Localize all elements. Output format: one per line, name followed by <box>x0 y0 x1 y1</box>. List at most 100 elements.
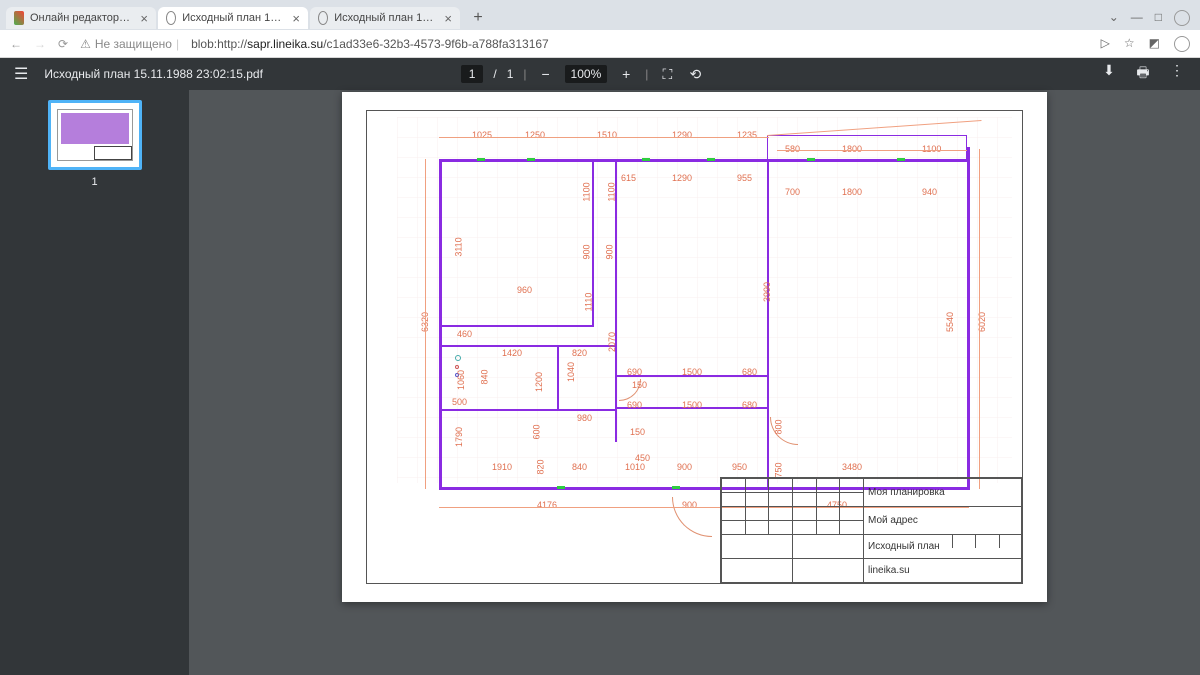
dim: 1790 <box>454 427 464 447</box>
dim: 1060 <box>456 370 466 390</box>
dim: 820 <box>536 459 546 474</box>
reload-icon[interactable]: ⟳ <box>58 37 68 51</box>
back-icon[interactable]: ← <box>10 37 22 51</box>
thumbnail-sidebar: 1 <box>0 90 189 675</box>
dim: 580 <box>785 144 800 154</box>
dim: 2070 <box>607 332 617 352</box>
maximize-icon[interactable]: □ <box>1155 10 1162 26</box>
dim: 900 <box>677 462 692 472</box>
zoom-in-button[interactable]: + <box>617 66 635 82</box>
dim: 1290 <box>672 130 692 140</box>
tab-editor[interactable]: Онлайн редактор планиро... × <box>6 7 156 29</box>
minimize-icon[interactable]: — <box>1131 10 1143 26</box>
security-indicator[interactable]: ⚠ Не защищено | <box>80 37 179 51</box>
tab-label: Исходный план 15.11.1988 ... <box>334 12 436 24</box>
page-input[interactable]: 1 <box>461 65 484 83</box>
profile-icon[interactable] <box>1174 10 1190 26</box>
dim: 1100 <box>582 182 592 201</box>
dim: 1110 <box>583 293 593 312</box>
menu-icon[interactable]: ☰ <box>14 64 28 84</box>
dim: 3480 <box>842 462 862 472</box>
dim: 680 <box>742 400 757 410</box>
dim: 950 <box>732 462 747 472</box>
dim: 1290 <box>672 173 692 183</box>
dim: 820 <box>572 348 587 358</box>
zoom-level: 100% <box>565 65 608 83</box>
close-icon[interactable]: × <box>140 11 148 26</box>
thumbnail-number: 1 <box>91 176 97 188</box>
dim: 1510 <box>597 130 617 140</box>
zoom-out-button[interactable]: − <box>537 66 555 82</box>
globe-icon <box>166 11 176 25</box>
close-icon[interactable]: × <box>444 11 452 26</box>
tb-project: Моя планировка <box>864 479 1022 507</box>
dim: 955 <box>737 173 752 183</box>
more-icon[interactable]: ⋮ <box>1168 62 1186 86</box>
pdf-toolbar: ☰ Исходный план 15.11.1988 23:02:15.pdf … <box>0 58 1200 90</box>
dim: 1235 <box>737 130 757 140</box>
extension-icon[interactable]: ◩ <box>1149 36 1160 52</box>
title-block: Моя планировка Мой адрес Исходный план l… <box>720 477 1022 583</box>
dim: 750 <box>774 462 784 477</box>
dim: 3990 <box>762 282 772 302</box>
forward-icon[interactable]: → <box>34 37 46 51</box>
chevron-down-icon[interactable]: ⌄ <box>1109 10 1119 26</box>
dim: 940 <box>922 187 937 197</box>
new-tab-button[interactable]: + <box>468 8 488 28</box>
address-bar: ← → ⟳ ⚠ Не защищено | blob:http://sapr.l… <box>0 30 1200 58</box>
page-total: 1 <box>507 67 514 81</box>
dim: 900 <box>605 244 615 259</box>
dim: 1910 <box>492 462 512 472</box>
security-text: Не защищено <box>95 37 172 51</box>
dim: 1250 <box>525 130 545 140</box>
dim: 960 <box>517 285 532 295</box>
tb-address: Мой адрес <box>864 507 1022 535</box>
dim: 1800 <box>842 187 862 197</box>
tab-strip: Онлайн редактор планиро... × Исходный пл… <box>0 6 1200 30</box>
floor-plan: 1025 1250 1510 1290 1235 580 1800 1100 6… <box>397 117 1012 483</box>
tb-site: lineika.su <box>864 559 1022 583</box>
dim: 5540 <box>945 312 955 332</box>
dim: 4176 <box>537 500 557 510</box>
dim: 600 <box>532 424 542 439</box>
tab-label: Исходный план 15.11.1988 ... <box>182 12 284 24</box>
fit-page-icon[interactable]: ⛶ <box>658 66 676 83</box>
globe-icon <box>318 11 328 25</box>
dim: 1010 <box>625 462 645 472</box>
dim: 840 <box>572 462 587 472</box>
tab-pdf-active[interactable]: Исходный план 15.11.1988 ... × <box>158 7 308 29</box>
dim: 150 <box>630 427 645 437</box>
download-icon[interactable]: ⬇ <box>1100 62 1118 86</box>
dim: 690 <box>627 367 642 377</box>
dim: 1500 <box>682 400 702 410</box>
pdf-viewer: 1 <box>0 90 1200 675</box>
dim: 980 <box>577 413 592 423</box>
dim: 840 <box>480 369 490 384</box>
dim: 690 <box>627 400 642 410</box>
dim: 150 <box>632 380 647 390</box>
dim: 1420 <box>502 348 522 358</box>
pdf-title: Исходный план 15.11.1988 23:02:15.pdf <box>44 67 263 81</box>
tab-label: Онлайн редактор планиро... <box>30 12 132 24</box>
dim: 1200 <box>534 372 544 392</box>
pdf-page[interactable]: 1025 1250 1510 1290 1235 580 1800 1100 6… <box>342 92 1047 602</box>
rotate-icon[interactable]: ⟲ <box>686 66 704 83</box>
close-icon[interactable]: × <box>292 11 300 26</box>
send-icon[interactable]: ▷ <box>1101 36 1110 52</box>
drawing-frame: 1025 1250 1510 1290 1235 580 1800 1100 6… <box>366 110 1023 584</box>
dim: 3110 <box>454 237 464 256</box>
dim: 1500 <box>682 367 702 377</box>
dim: 1100 <box>607 182 617 201</box>
bookmark-icon[interactable]: ☆ <box>1124 36 1135 52</box>
profile-icon[interactable] <box>1174 36 1190 52</box>
page-thumbnail[interactable] <box>48 100 142 170</box>
tab-pdf-2[interactable]: Исходный план 15.11.1988 ... × <box>310 7 460 29</box>
dim: 1100 <box>922 144 941 154</box>
dim: 460 <box>457 329 472 339</box>
url-field[interactable]: blob:http://sapr.lineika.su/c1ad33e6-32b… <box>191 37 549 51</box>
window-controls: ⌄ — □ <box>1109 10 1200 26</box>
dim: 680 <box>742 367 757 377</box>
warning-icon: ⚠ <box>80 37 91 51</box>
dim: 700 <box>785 187 800 197</box>
print-icon[interactable]: 🖶 <box>1134 62 1152 86</box>
